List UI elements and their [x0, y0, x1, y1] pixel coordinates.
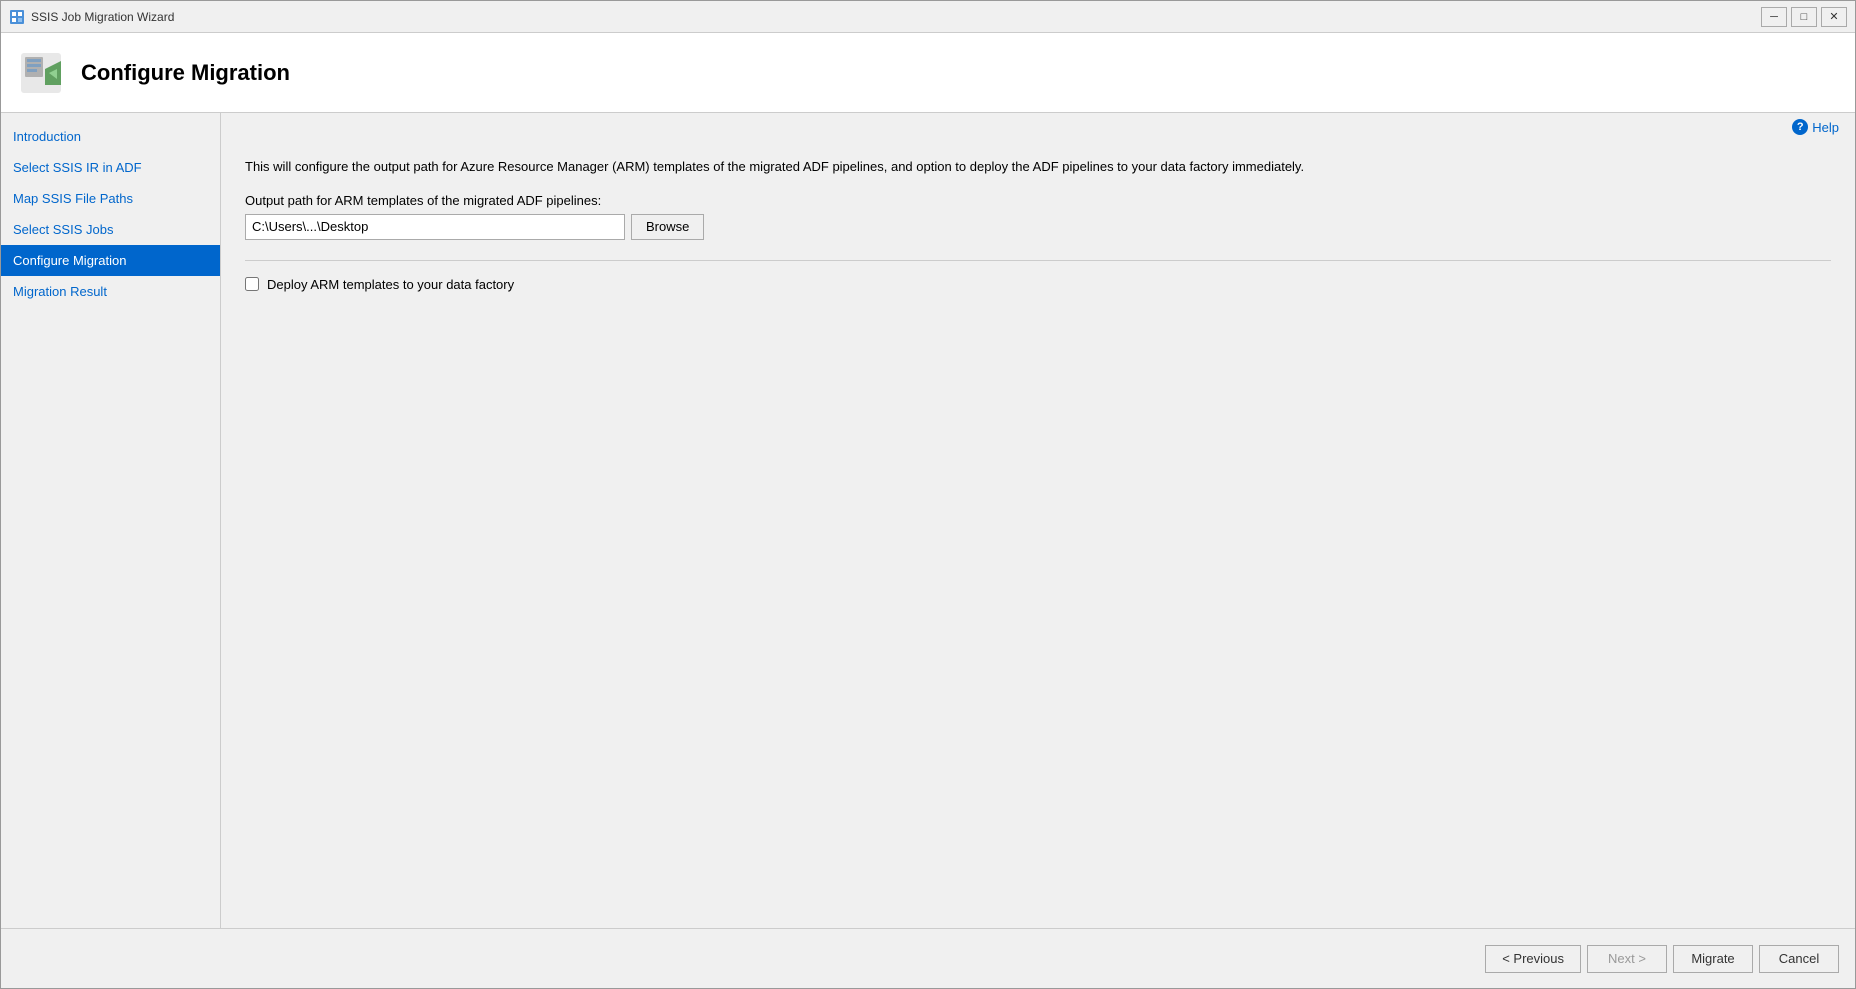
- path-row: Browse: [245, 214, 1831, 240]
- page-title: Configure Migration: [81, 60, 290, 86]
- sidebar-item-configure-migration[interactable]: Configure Migration: [1, 245, 220, 276]
- sidebar: Introduction Select SSIS IR in ADF Map S…: [1, 113, 221, 928]
- wizard-icon: [17, 49, 65, 97]
- previous-button[interactable]: < Previous: [1485, 945, 1581, 973]
- help-link[interactable]: ? Help: [1792, 119, 1839, 135]
- help-icon: ?: [1792, 119, 1808, 135]
- window-title: SSIS Job Migration Wizard: [31, 10, 174, 24]
- migrate-button[interactable]: Migrate: [1673, 945, 1753, 973]
- deploy-checkbox-label[interactable]: Deploy ARM templates to your data factor…: [267, 277, 514, 292]
- form-area: This will configure the output path for …: [221, 141, 1855, 928]
- deploy-checkbox[interactable]: [245, 277, 259, 291]
- help-bar: ? Help: [221, 113, 1855, 141]
- footer: < Previous Next > Migrate Cancel: [1, 928, 1855, 988]
- app-icon: [9, 9, 25, 25]
- sidebar-item-select-ssis-jobs[interactable]: Select SSIS Jobs: [1, 214, 220, 245]
- title-bar-left: SSIS Job Migration Wizard: [9, 9, 174, 25]
- sidebar-item-migration-result[interactable]: Migration Result: [1, 276, 220, 307]
- browse-button[interactable]: Browse: [631, 214, 704, 240]
- title-bar: SSIS Job Migration Wizard ─ □ ✕: [1, 1, 1855, 33]
- sidebar-item-map-ssis-file-paths[interactable]: Map SSIS File Paths: [1, 183, 220, 214]
- sidebar-item-select-ssis-ir[interactable]: Select SSIS IR in ADF: [1, 152, 220, 183]
- next-button[interactable]: Next >: [1587, 945, 1667, 973]
- help-label: Help: [1812, 120, 1839, 135]
- title-bar-controls: ─ □ ✕: [1761, 7, 1847, 27]
- main-content: ? Help This will configure the output pa…: [221, 113, 1855, 928]
- deploy-checkbox-row: Deploy ARM templates to your data factor…: [245, 277, 1831, 292]
- divider: [245, 260, 1831, 261]
- description-text: This will configure the output path for …: [245, 157, 1831, 177]
- output-path-label: Output path for ARM templates of the mig…: [245, 193, 1831, 208]
- content-area: Introduction Select SSIS IR in ADF Map S…: [1, 113, 1855, 928]
- close-button[interactable]: ✕: [1821, 7, 1847, 27]
- minimize-button[interactable]: ─: [1761, 7, 1787, 27]
- window: SSIS Job Migration Wizard ─ □ ✕ Configur…: [0, 0, 1856, 989]
- path-input[interactable]: [245, 214, 625, 240]
- sidebar-item-introduction[interactable]: Introduction: [1, 121, 220, 152]
- header: Configure Migration: [1, 33, 1855, 113]
- maximize-button[interactable]: □: [1791, 7, 1817, 27]
- cancel-button[interactable]: Cancel: [1759, 945, 1839, 973]
